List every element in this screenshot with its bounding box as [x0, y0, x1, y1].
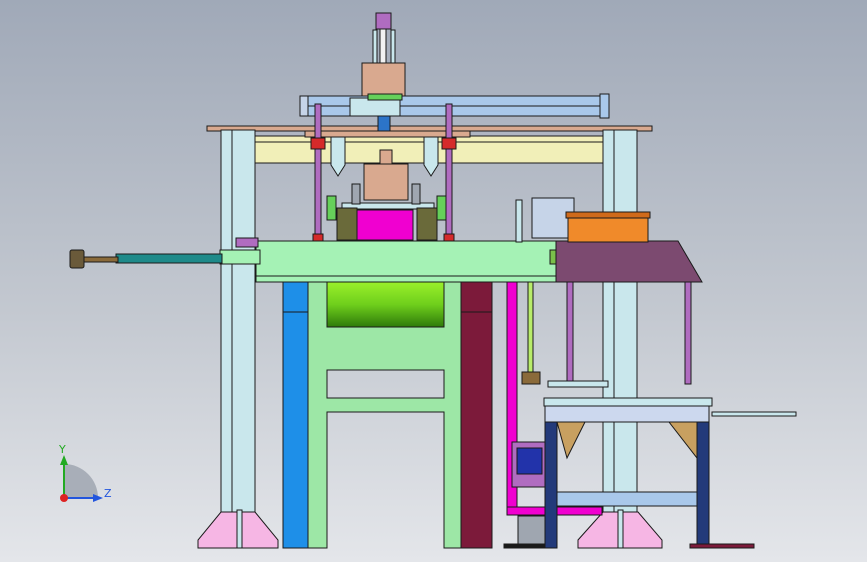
coordinate-triad: Y Z	[58, 443, 112, 502]
z-axis-label: Z	[104, 487, 112, 500]
y-axis-label: Y	[58, 443, 66, 456]
x-axis-origin	[60, 494, 68, 502]
z-axis-head	[93, 494, 103, 502]
y-axis-head	[60, 455, 68, 465]
cad-viewport[interactable]: Y Z	[0, 0, 867, 562]
triad-quadrant	[64, 464, 98, 498]
